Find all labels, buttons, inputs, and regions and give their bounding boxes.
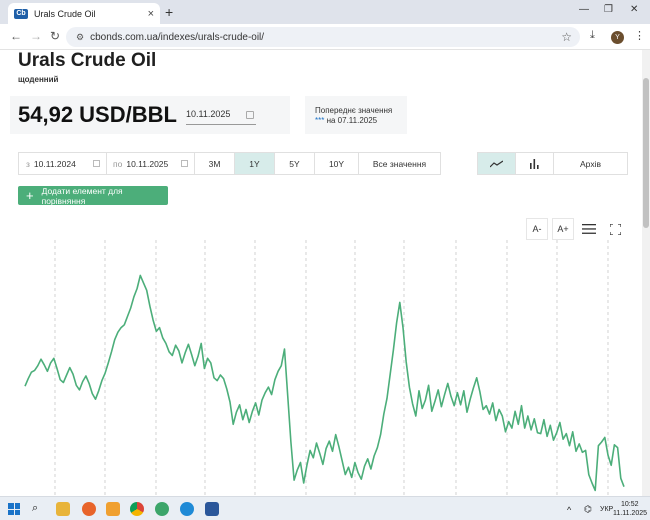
plus-icon: +: [26, 188, 34, 203]
address-bar[interactable]: ⚙ cbonds.com.ua/indexes/urals-crude-oil/…: [66, 27, 580, 47]
chart-toolbar: A- A+: [526, 218, 626, 240]
font-increase-button[interactable]: A+: [552, 218, 574, 240]
price-line-chart: [24, 240, 625, 496]
menu-icon[interactable]: ⋮: [634, 29, 645, 42]
period-1y-button[interactable]: 1Y: [235, 153, 275, 174]
calendar-icon[interactable]: [246, 111, 254, 119]
tab-title: Urals Crude Oil: [34, 8, 96, 19]
archive-button[interactable]: Архів: [554, 153, 627, 174]
maximize-icon[interactable]: ❐: [604, 4, 613, 15]
bar-chart-icon: [530, 158, 539, 169]
chart-grid: [54, 240, 609, 496]
app-icon[interactable]: [155, 502, 169, 516]
reload-icon[interactable]: ↻: [50, 29, 60, 43]
frequency-label: щоденний: [18, 75, 59, 84]
back-icon[interactable]: ←: [10, 29, 22, 43]
line-chart-button[interactable]: [478, 153, 516, 174]
hamburger-icon: [582, 224, 596, 234]
word-icon[interactable]: [205, 502, 219, 516]
period-10y-button[interactable]: 10Y: [315, 153, 359, 174]
window-close-icon[interactable]: ✕: [630, 4, 638, 15]
from-date-field[interactable]: з 10.11.2024: [19, 153, 107, 174]
page-title: Urals Crude Oil: [18, 50, 157, 71]
chart-series: [24, 274, 625, 492]
forward-icon[interactable]: →: [30, 29, 42, 43]
windows-start-icon[interactable]: [8, 503, 20, 515]
chart-menu-button[interactable]: [578, 218, 600, 240]
from-date: 10.11.2024: [33, 158, 76, 169]
page-content: Urals Crude Oil щоденний 54,92 USD/BBL 1…: [0, 50, 642, 496]
edge-icon[interactable]: [180, 502, 194, 516]
browser-tab[interactable]: Cb Urals Crude Oil ×: [8, 3, 160, 24]
chrome-icon[interactable]: [130, 502, 144, 516]
add-compare-button[interactable]: + Додати елемент для порівняння: [18, 185, 168, 206]
calendar-icon[interactable]: [181, 160, 188, 167]
line-chart-icon: [490, 160, 503, 167]
os-taskbar: ⌕ ^ ⌬ УКР 10:52 11.11.2025: [0, 496, 650, 520]
tray-arrow-icon[interactable]: ^: [567, 505, 571, 515]
period-all-button[interactable]: Все значення: [359, 153, 440, 174]
to-prefix: по: [113, 158, 123, 169]
fullscreen-icon: [609, 223, 621, 235]
bookmark-star-icon[interactable]: ☆: [561, 30, 572, 44]
current-value-panel: 54,92 USD/BBL 10.11.2025: [10, 96, 290, 134]
previous-value-stars[interactable]: ***: [315, 116, 324, 125]
previous-value-label: Попереднє значення: [315, 106, 393, 115]
previous-value-row: *** на 07.11.2025: [315, 116, 407, 125]
firefox-icon[interactable]: [82, 502, 96, 516]
period-control-bar: з 10.11.2024 по 10.11.2025 3M 1Y 5Y 10Y …: [18, 152, 441, 175]
cbonds-favicon-icon: Cb: [14, 8, 28, 19]
download-icon[interactable]: ⤓: [590, 29, 595, 42]
previous-value-date: на 07.11.2025: [326, 116, 378, 125]
from-prefix: з: [26, 158, 30, 169]
fullscreen-button[interactable]: [604, 218, 626, 240]
new-tab-icon[interactable]: +: [165, 4, 173, 20]
period-3m-button[interactable]: 3M: [195, 153, 235, 174]
clock-date: 11.11.2025: [613, 510, 647, 517]
bar-chart-button[interactable]: [516, 153, 554, 174]
close-icon[interactable]: ×: [148, 8, 154, 20]
add-compare-label: Додати елемент для порівняння: [41, 185, 123, 206]
clock-time: 10:52: [621, 501, 639, 508]
font-decrease-button[interactable]: A-: [526, 218, 548, 240]
minimize-icon[interactable]: —: [579, 4, 589, 15]
to-date: 10.11.2025: [126, 158, 169, 169]
view-mode-bar: Архів: [477, 152, 628, 175]
file-explorer-icon[interactable]: [56, 502, 70, 516]
previous-value-panel: Попереднє значення *** на 07.11.2025: [305, 96, 407, 134]
url-text: cbonds.com.ua/indexes/urals-crude-oil/: [90, 31, 265, 43]
to-date-field[interactable]: по 10.11.2025: [107, 153, 195, 174]
calendar-icon[interactable]: [93, 160, 100, 167]
page-scrollbar[interactable]: [642, 50, 650, 496]
search-icon[interactable]: ⌕: [32, 502, 46, 516]
price-series-line: [24, 274, 625, 492]
current-value: 54,92 USD/BBL: [18, 102, 177, 127]
browser-tab-strip: Cb Urals Crude Oil × + — ❐ ✕: [0, 0, 650, 24]
period-5y-button[interactable]: 5Y: [275, 153, 315, 174]
language-indicator[interactable]: УКР: [600, 506, 613, 513]
app-icon[interactable]: [106, 502, 120, 516]
network-icon[interactable]: ⌬: [584, 504, 592, 515]
avatar[interactable]: Y: [611, 31, 624, 44]
scrollbar-thumb[interactable]: [643, 78, 649, 228]
site-info-icon[interactable]: ⚙: [76, 32, 84, 43]
browser-toolbar: ← → ↻ ⚙ cbonds.com.ua/indexes/urals-crud…: [0, 24, 650, 50]
